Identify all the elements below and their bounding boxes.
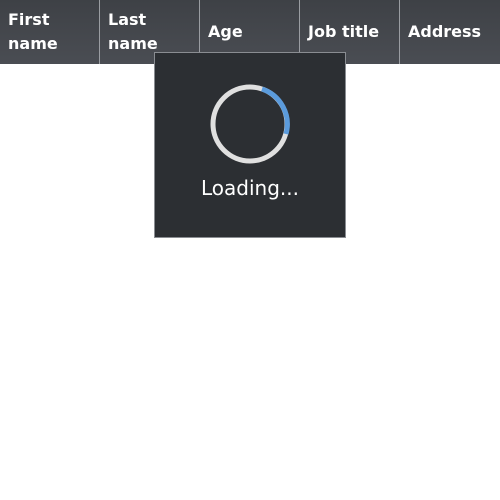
column-header-label: First name	[8, 10, 58, 53]
column-header-label: Address	[408, 22, 482, 41]
loading-overlay: Loading...	[154, 52, 346, 238]
column-header-label: Last name	[108, 10, 158, 53]
loading-text: Loading...	[201, 176, 299, 200]
spinner-arc	[261, 86, 290, 135]
loading-spinner-icon	[210, 84, 290, 164]
column-header-address[interactable]: Address	[400, 0, 500, 64]
column-header-label: Age	[208, 22, 243, 41]
column-header-label: Job title	[308, 22, 380, 41]
column-header-first-name[interactable]: First name	[0, 0, 100, 64]
